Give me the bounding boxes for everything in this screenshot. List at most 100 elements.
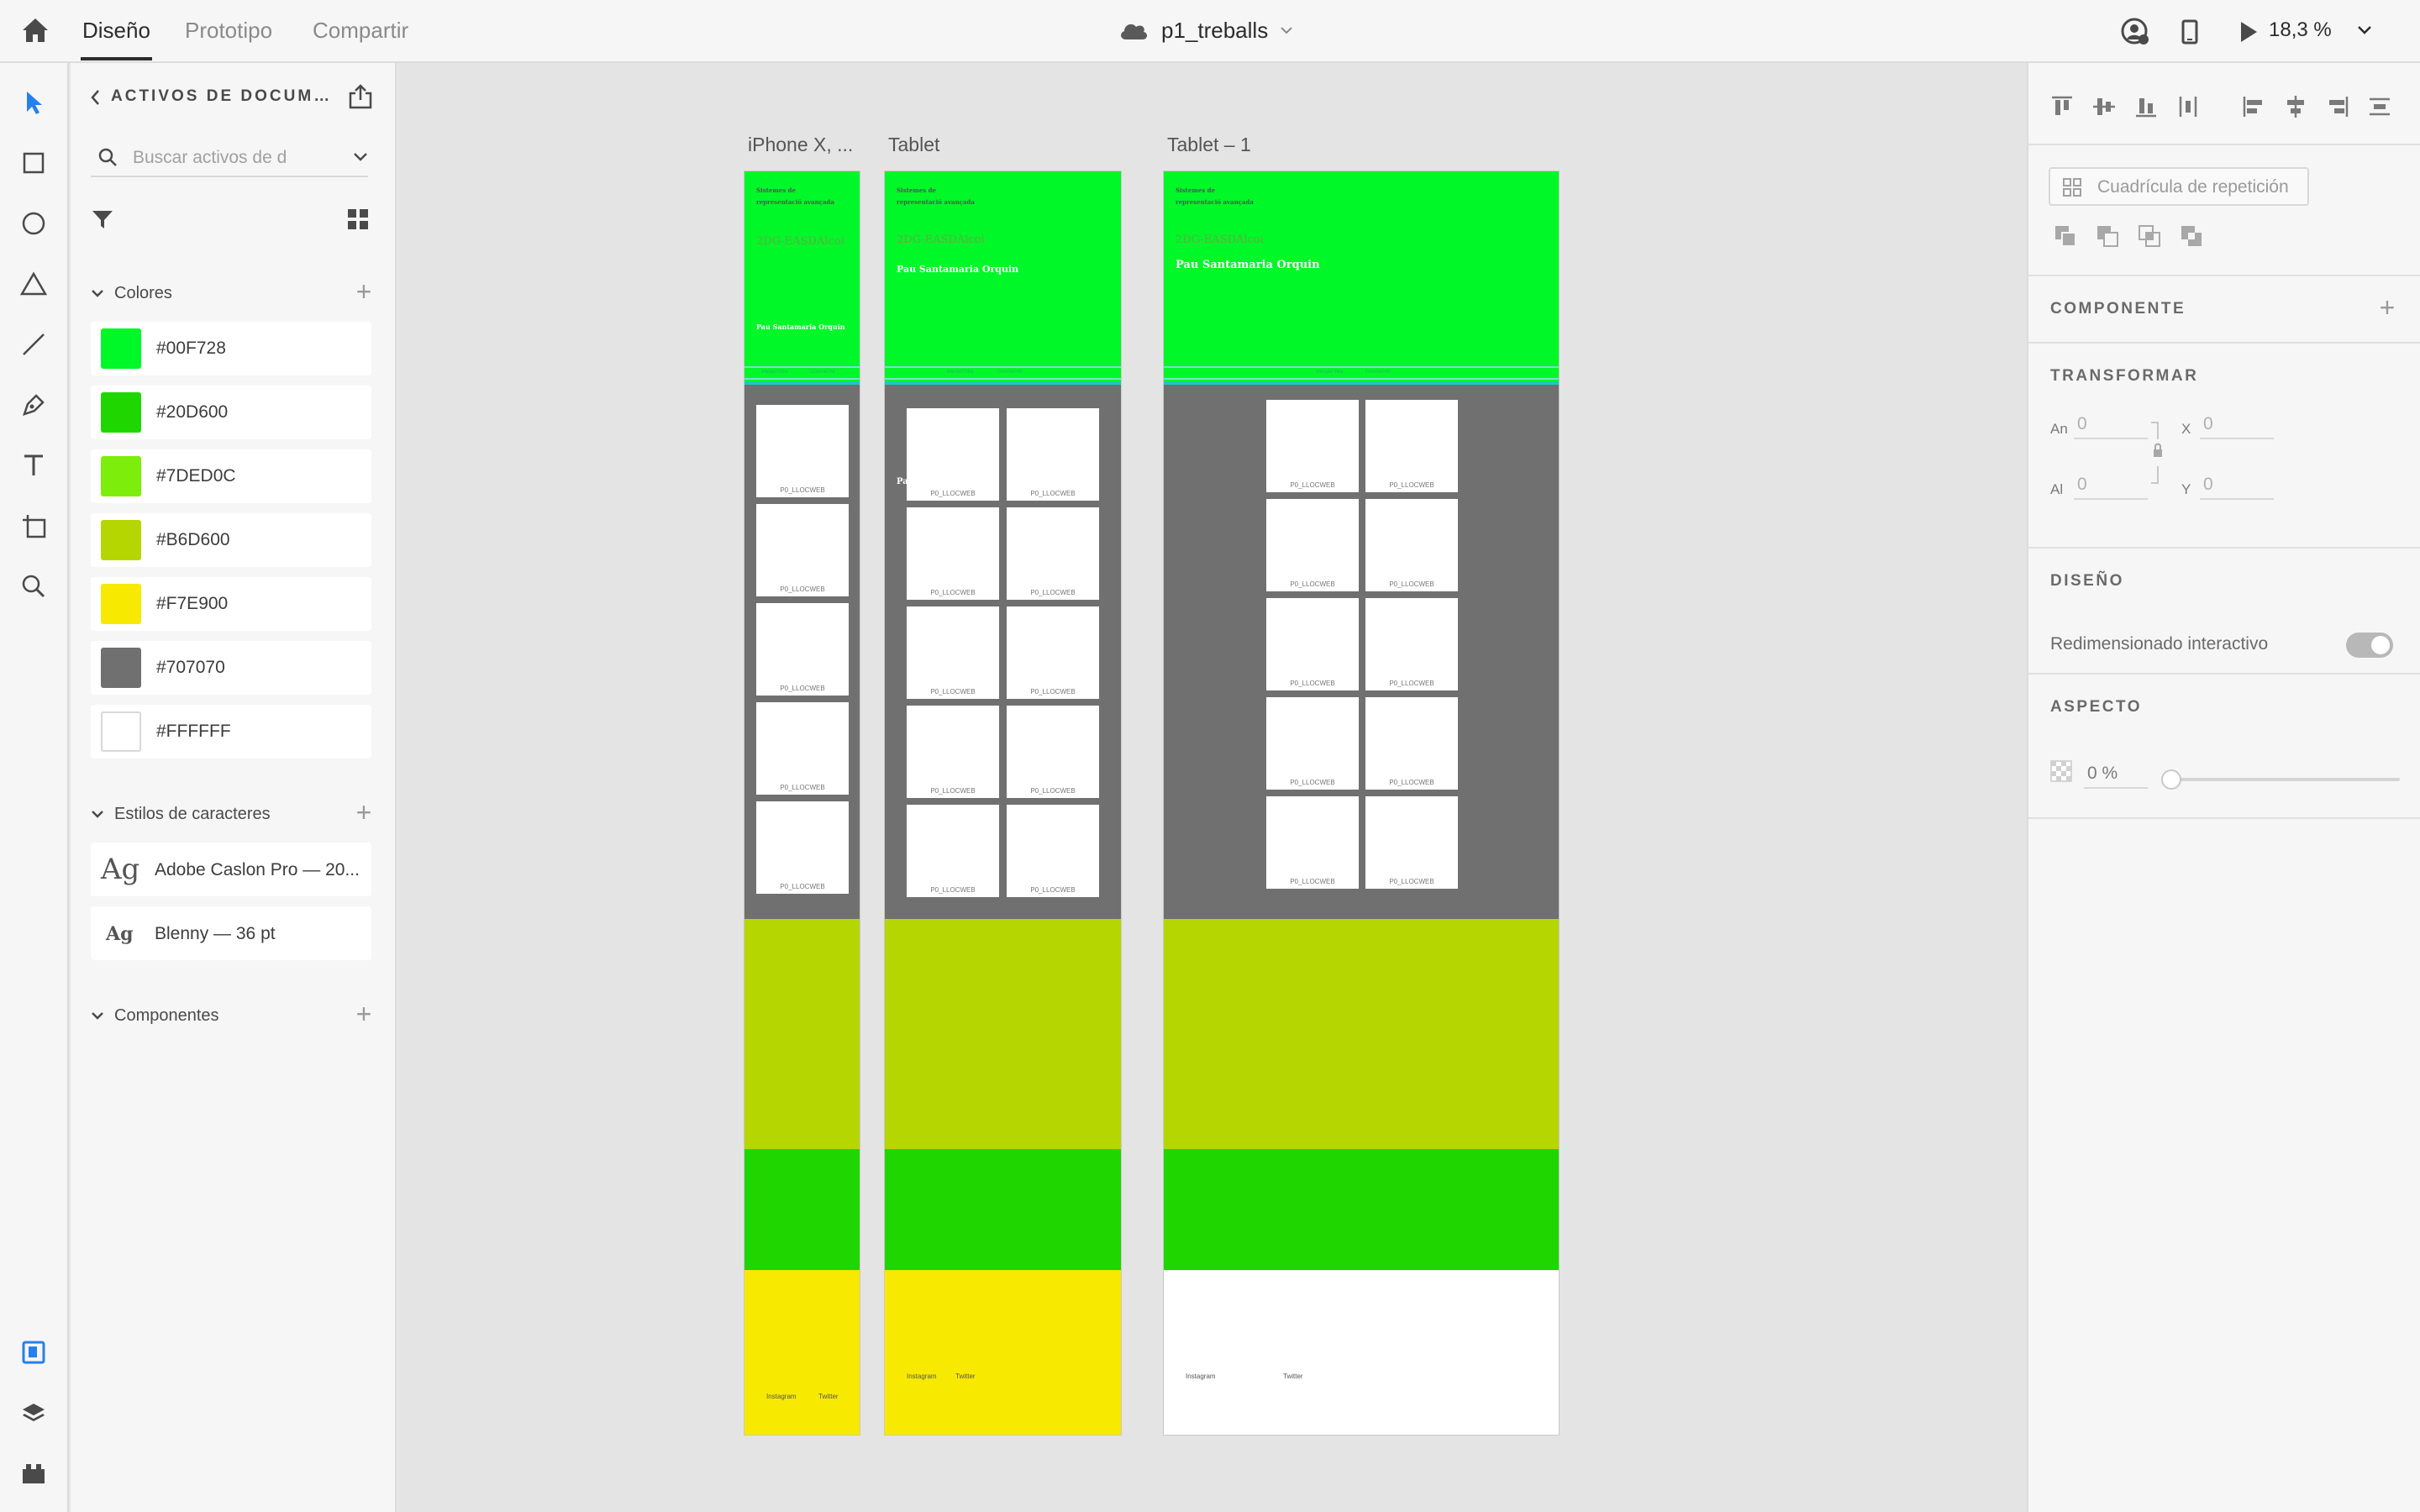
- line-tool[interactable]: [14, 325, 53, 364]
- slider-handle[interactable]: [2161, 769, 2181, 790]
- y-input[interactable]: [2200, 471, 2274, 500]
- boolean-add-button[interactable]: [2049, 219, 2082, 253]
- zoom-menu[interactable]: 18,3 %: [2269, 13, 2372, 47]
- width-label: An: [2050, 421, 2068, 437]
- plugins-panel-toggle[interactable]: [14, 1454, 53, 1493]
- project-tile: P0_LLOCWEB: [907, 706, 999, 798]
- layers-panel-toggle[interactable]: [14, 1394, 53, 1432]
- document-title-menu[interactable]: p1_treballs: [1118, 13, 1293, 47]
- home-button[interactable]: [17, 13, 54, 47]
- character-style-item[interactable]: Ag Blenny — 36 pt: [91, 906, 371, 960]
- align-left-button[interactable]: [2237, 88, 2270, 125]
- artboard-tablet-1[interactable]: Sistemes de representació avançada 2DG-E…: [1163, 171, 1560, 1436]
- hero-band: Sistemes de representació avançada 2DG-E…: [744, 171, 860, 381]
- tab-share[interactable]: Compartir: [313, 15, 408, 45]
- add-component-button[interactable]: +: [351, 1000, 376, 1031]
- project-tile: P0_LLOCWEB: [1266, 697, 1359, 790]
- artboard-label-tablet-1[interactable]: Tablet – 1: [1167, 134, 1251, 156]
- tab-prototype[interactable]: Prototipo: [185, 15, 272, 45]
- color-swatch-item[interactable]: #00F728: [91, 322, 371, 375]
- color-swatch-item[interactable]: #FFFFFF: [91, 705, 371, 759]
- character-styles-section-header[interactable]: Estilos de caracteres +: [91, 799, 376, 829]
- document-title: p1_treballs: [1161, 17, 1269, 43]
- align-bottom-button[interactable]: [2129, 88, 2163, 125]
- opacity-slider[interactable]: [2161, 767, 2400, 792]
- share-assets-button[interactable]: [348, 83, 375, 112]
- components-section-header[interactable]: Componentes +: [91, 1000, 376, 1031]
- assets-panel-toggle[interactable]: [14, 1333, 53, 1372]
- responsive-resize-toggle[interactable]: [2346, 633, 2393, 658]
- repeat-grid-label: Cuadrícula de repetición: [2097, 177, 2289, 197]
- responsive-resize-label: Redimensionado interactivo: [2050, 634, 2269, 654]
- zoom-value: 18,3 %: [2269, 18, 2332, 41]
- color-swatch-item[interactable]: #20D600: [91, 386, 371, 439]
- tile-caption: P0_LLOCWEB: [1389, 878, 1434, 885]
- height-input[interactable]: [2074, 471, 2148, 500]
- text-tool[interactable]: [14, 446, 53, 485]
- tile-caption: P0_LLOCWEB: [930, 787, 976, 795]
- color-swatch-item[interactable]: #7DED0C: [91, 449, 371, 503]
- polygon-tool[interactable]: [14, 265, 53, 303]
- footer-band: Instagram Twitter: [1164, 1270, 1559, 1435]
- align-top-button[interactable]: [2045, 88, 2079, 125]
- lime-band: [1164, 919, 1559, 1149]
- boolean-intersect-button[interactable]: [2133, 219, 2166, 253]
- hero-title-line2: representació avançada: [756, 198, 834, 206]
- lock-aspect-button[interactable]: [2149, 421, 2166, 485]
- zoom-tool[interactable]: [14, 567, 53, 606]
- design-canvas[interactable]: iPhone X, ... Sistemes de representació …: [398, 63, 2027, 1512]
- pen-tool[interactable]: [14, 386, 53, 424]
- text-icon: [24, 454, 43, 475]
- projects-band: P0_LLOCWEB P0_LLOCWEB P0_LLOCWEB P0_LLOC…: [744, 385, 860, 919]
- footer-instagram: Instagram: [907, 1373, 937, 1380]
- rectangle-tool[interactable]: [14, 144, 53, 182]
- add-color-button[interactable]: +: [351, 278, 376, 308]
- distribute-horizontal-button[interactable]: [2363, 88, 2396, 125]
- character-style-item[interactable]: Ag Adobe Caslon Pro — 20...: [91, 843, 371, 896]
- color-swatch-item[interactable]: #F7E900: [91, 577, 371, 631]
- chevron-down-icon[interactable]: [353, 152, 368, 162]
- add-component-button[interactable]: +: [2373, 293, 2402, 322]
- artboard-tool[interactable]: [14, 507, 53, 545]
- color-swatch-item[interactable]: #707070: [91, 641, 371, 695]
- align-center-button[interactable]: [2279, 88, 2312, 125]
- filter-button[interactable]: [91, 207, 118, 234]
- select-tool[interactable]: [14, 83, 53, 122]
- artboard-label-tablet[interactable]: Tablet: [888, 134, 939, 156]
- grid-view-button[interactable]: [346, 207, 373, 234]
- project-tile: P0_LLOCWEB: [756, 603, 849, 696]
- align-vertical-center-icon: [2093, 98, 2115, 115]
- pen-icon: [23, 394, 45, 416]
- ellipse-tool[interactable]: [14, 204, 53, 243]
- project-tile: P0_LLOCWEB: [1266, 598, 1359, 690]
- projects-band: P0_LLOCWEB P0_LLOCWEB P0_LLOCWEB P0_LLOC…: [1164, 385, 1559, 919]
- opacity-input[interactable]: 0 %: [2084, 760, 2148, 789]
- boolean-subtract-button[interactable]: [2091, 219, 2124, 253]
- coediting-button[interactable]: [2118, 15, 2153, 49]
- project-tile: P0_LLOCWEB: [1007, 805, 1099, 897]
- back-button[interactable]: [89, 88, 106, 108]
- tab-design[interactable]: Diseño: [81, 15, 152, 60]
- transform-section-header: TRANSFORMAR: [2050, 367, 2199, 385]
- boolean-exclude-button[interactable]: [2175, 219, 2208, 253]
- artboard-label-iphone[interactable]: iPhone X, ...: [748, 134, 853, 156]
- search-input[interactable]: [133, 144, 309, 172]
- width-input[interactable]: [2074, 411, 2148, 439]
- distribute-vertical-button[interactable]: [2171, 88, 2205, 125]
- project-tile: P0_LLOCWEB: [1266, 400, 1359, 492]
- device-preview-button[interactable]: [2173, 15, 2207, 49]
- align-right-button[interactable]: [2321, 88, 2354, 125]
- x-input[interactable]: [2200, 411, 2274, 439]
- add-character-style-button[interactable]: +: [351, 799, 376, 829]
- character-styles-section-label: Estilos de caracteres: [114, 804, 271, 823]
- preview-play-button[interactable]: [2232, 15, 2265, 49]
- artboard-icon: [23, 515, 46, 538]
- align-middle-button[interactable]: [2087, 88, 2121, 125]
- tile-caption: P0_LLOCWEB: [1030, 886, 1076, 894]
- lime-band: [744, 919, 860, 1149]
- repeat-grid-button[interactable]: Cuadrícula de repetición: [2049, 167, 2309, 206]
- color-swatch-item[interactable]: #B6D600: [91, 513, 371, 567]
- artboard-iphone[interactable]: Sistemes de representació avançada 2DG-E…: [744, 171, 860, 1436]
- colors-section-header[interactable]: Colores +: [91, 278, 376, 308]
- artboard-tablet[interactable]: Sistemes de representació avançada 2DG-E…: [884, 171, 1122, 1436]
